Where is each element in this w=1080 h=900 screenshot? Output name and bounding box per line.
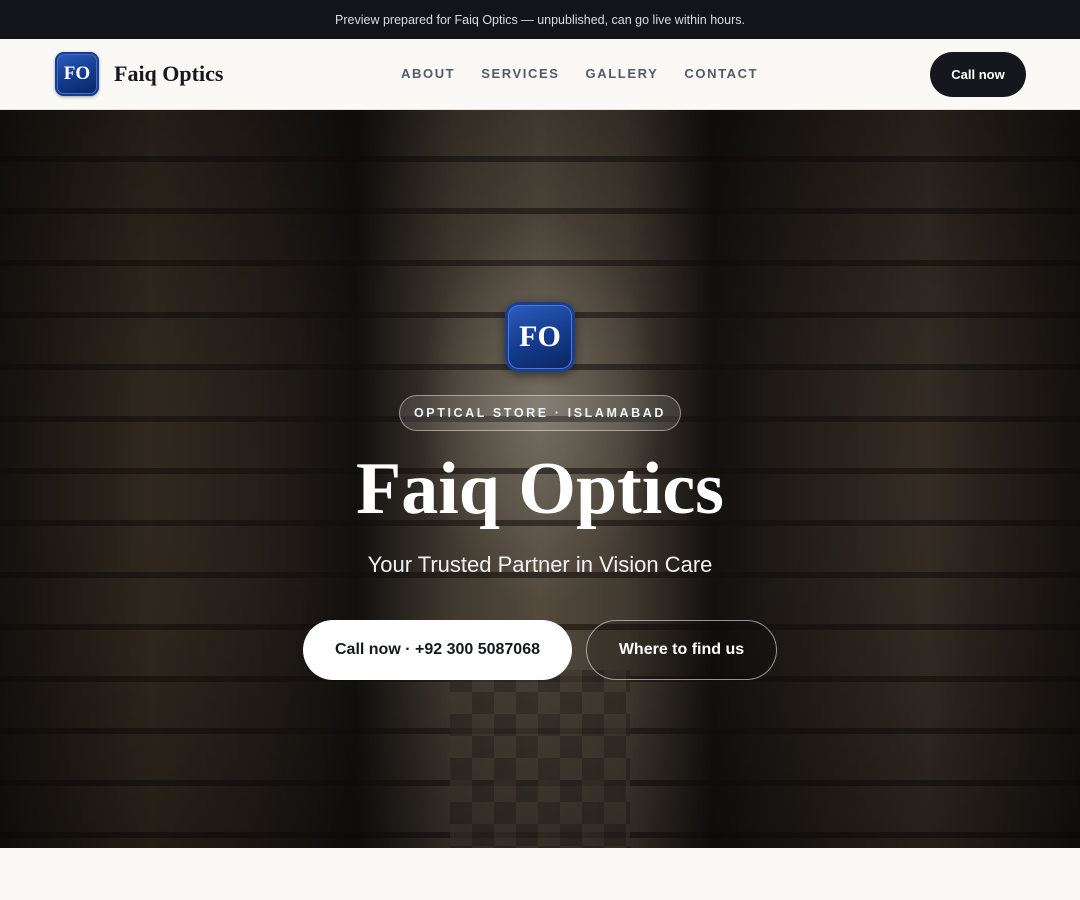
brand-logo-icon: FO	[55, 52, 99, 96]
hero-section: FO OPTICAL STORE · ISLAMABAD Faiq Optics…	[0, 110, 1080, 848]
hero-subtitle: Your Trusted Partner in Vision Care	[367, 552, 713, 577]
header-call-button[interactable]: Call now	[930, 52, 1026, 97]
brand-link[interactable]: FO Faiq Optics	[55, 52, 223, 96]
hero-call-button[interactable]: Call now · +92 300 5087068	[303, 620, 572, 680]
preview-banner: Preview prepared for Faiq Optics — unpub…	[0, 0, 1080, 39]
hero-location-button[interactable]: Where to find us	[586, 620, 777, 680]
brand-name: Faiq Optics	[114, 61, 224, 86]
hero-logo-icon: FO	[505, 302, 575, 372]
preview-banner-text: Preview prepared for Faiq Optics — unpub…	[335, 12, 745, 27]
nav-link-gallery[interactable]: GALLERY	[586, 66, 659, 81]
hero-category-badge: OPTICAL STORE · ISLAMABAD	[399, 395, 681, 431]
nav-link-contact[interactable]: CONTACT	[684, 66, 758, 81]
hero-title: Faiq Optics	[356, 448, 724, 530]
site-header: FO Faiq Optics ABOUT SERVICES GALLERY CO…	[0, 39, 1080, 110]
nav-link-about[interactable]: ABOUT	[401, 66, 455, 81]
main-nav: ABOUT SERVICES GALLERY CONTACT	[401, 66, 784, 81]
nav-link-services[interactable]: SERVICES	[481, 66, 559, 81]
